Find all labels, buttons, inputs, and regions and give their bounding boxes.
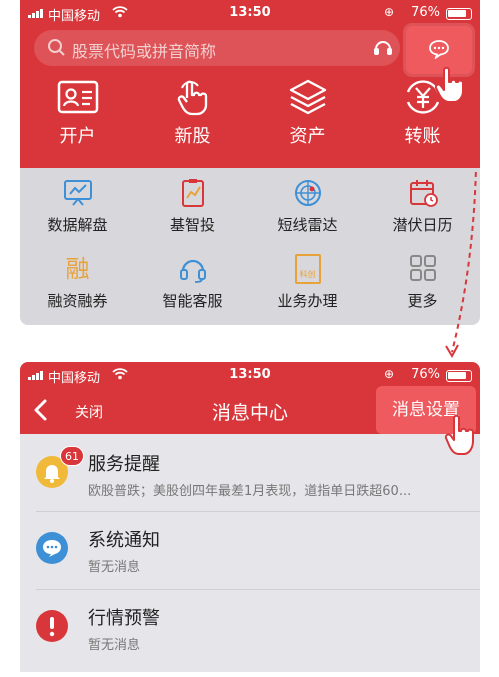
chat-bubble-icon: [36, 532, 68, 564]
list-item-market-alert[interactable]: 行情预警 暂无消息: [20, 590, 480, 668]
alert-icon: [36, 610, 68, 642]
item-subtitle: 暂无消息: [88, 560, 141, 575]
status-bar: 中国移动 13:50 ⊕ 76%: [20, 362, 480, 388]
unread-badge: 61: [60, 446, 84, 466]
item-subtitle: 暂无消息: [88, 638, 141, 653]
item-title: 服务提醒: [88, 454, 160, 475]
message-center-screen: 中国移动 13:50 ⊕ 76% 关闭 消息中心 消息设置 61 服务提醒 欧股…: [20, 362, 480, 672]
orientation-lock-icon: ⊕: [383, 367, 394, 381]
list-item-service-reminder[interactable]: 61 服务提醒 欧股普跌；美股创四年最差1月表现，道指单日跌超60...: [20, 434, 480, 512]
item-subtitle: 欧股普跌；美股创四年最差1月表现，道指单日跌超60...: [88, 484, 412, 499]
battery-percent: 76%: [411, 367, 440, 382]
tap-hand-icon: [444, 414, 474, 455]
list-item-system-notice[interactable]: 系统通知 暂无消息: [20, 512, 480, 590]
item-title: 系统通知: [88, 530, 160, 551]
battery-icon: [446, 370, 472, 382]
item-title: 行情预警: [88, 608, 160, 629]
message-header: 中国移动 13:50 ⊕ 76% 关闭 消息中心 消息设置: [20, 362, 480, 434]
